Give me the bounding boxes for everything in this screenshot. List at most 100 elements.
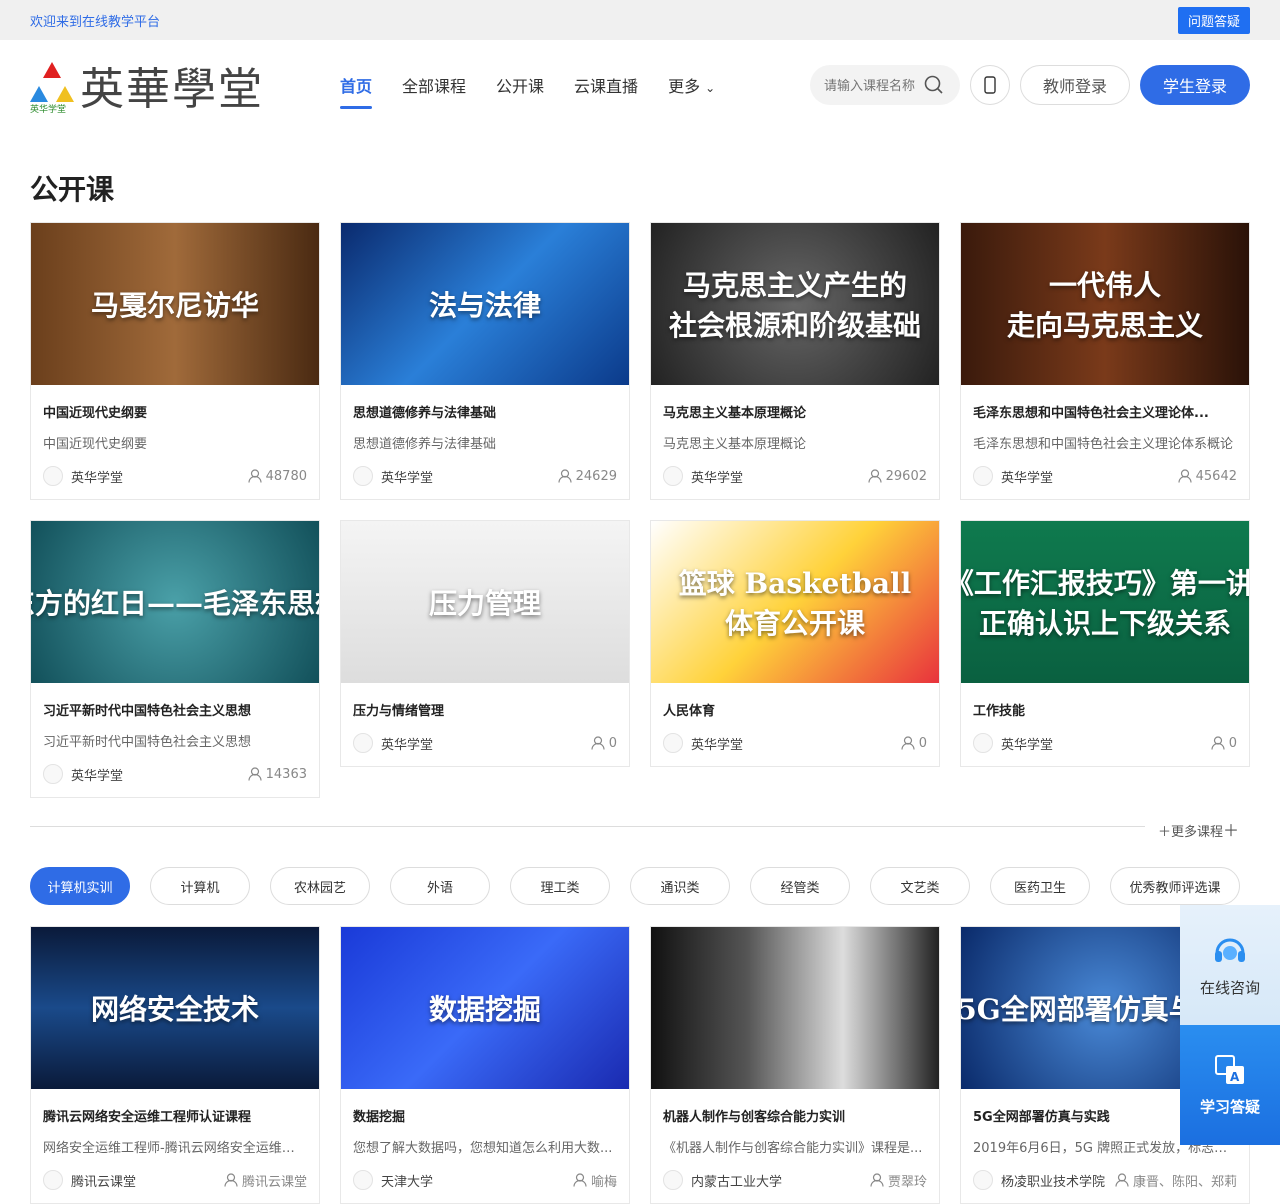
- school-seal-icon: [43, 466, 63, 486]
- course-cover-image[interactable]: 法与法律: [341, 223, 629, 385]
- course-card[interactable]: 《工作汇报技巧》第一讲: 正确认识上下级关系 工作技能 英华学堂 0: [960, 520, 1250, 767]
- course-title[interactable]: 工作技能: [973, 700, 1237, 719]
- user-icon: [870, 1173, 884, 1187]
- course-cover-image[interactable]: 马戛尔尼访华: [31, 223, 319, 385]
- course-count: 康晋、陈阳、郑莉: [1132, 1174, 1237, 1190]
- course-cover-image[interactable]: 压力管理: [341, 521, 629, 683]
- course-org: 英华学堂: [71, 470, 124, 486]
- cover-text: 篮球 Basketball 体育公开课: [678, 567, 912, 640]
- nav-all-courses[interactable]: 全部课程: [402, 67, 466, 103]
- category-tab[interactable]: 外语: [390, 867, 490, 905]
- chevron-down-icon: ⌄: [705, 81, 716, 95]
- category-tab[interactable]: 优秀教师评选课: [1110, 867, 1240, 905]
- course-title[interactable]: 毛泽东思想和中国特色社会主义理论体...: [973, 402, 1237, 421]
- course-title[interactable]: 中国近现代史纲要: [43, 402, 307, 421]
- course-count: 14363: [265, 766, 307, 782]
- user-icon: [868, 469, 882, 483]
- course-count: 0: [1228, 735, 1237, 751]
- cover-text: 网络安全技术: [90, 993, 259, 1026]
- search-input[interactable]: [823, 77, 924, 93]
- logo-mark-icon: 英华学堂: [30, 60, 74, 115]
- cover-text: 数据挖掘: [428, 993, 541, 1026]
- course-card[interactable]: 机器人制作与创客综合能力实训 《机器人制作与创客综合能力实训》课程是... 内蒙古…: [650, 926, 940, 1204]
- category-tab[interactable]: 农林园艺: [270, 867, 370, 905]
- course-card[interactable]: 一代伟人 走向马克思主义 毛泽东思想和中国特色社会主义理论体... 毛泽东思想和中…: [960, 222, 1250, 500]
- course-cover-image[interactable]: 数据挖掘: [341, 927, 629, 1089]
- course-title[interactable]: 思想道德修养与法律基础: [353, 402, 617, 421]
- course-card[interactable]: 篮球 Basketball 体育公开课 人民体育 英华学堂 0: [650, 520, 940, 767]
- plus-icon: ＋: [1158, 825, 1172, 840]
- course-card[interactable]: 法与法律 思想道德修养与法律基础 思想道德修养与法律基础 英华学堂 24629: [340, 222, 630, 500]
- school-seal-icon: [353, 466, 373, 486]
- cover-text: 一代伟人 走向马克思主义: [1006, 269, 1203, 342]
- school-seal-icon: [663, 466, 683, 486]
- user-icon: [591, 736, 605, 750]
- float-widget: 在线咨询 A 学习答疑: [1180, 905, 1280, 1145]
- course-cover-image[interactable]: 《工作汇报技巧》第一讲: 正确认识上下级关系: [961, 521, 1249, 683]
- school-seal-icon: [973, 733, 993, 753]
- course-title[interactable]: 机器人制作与创客综合能力实训: [663, 1106, 927, 1125]
- school-seal-icon: [663, 1170, 683, 1190]
- school-seal-icon: [353, 1170, 373, 1190]
- mobile-app-button[interactable]: [969, 65, 1010, 105]
- course-count: 腾讯云课堂: [241, 1174, 307, 1190]
- student-login-button[interactable]: 学生登录: [1140, 65, 1250, 105]
- section-title: 公开课: [30, 173, 115, 206]
- category-tab[interactable]: 计算机实训: [30, 867, 130, 905]
- course-title[interactable]: 压力与情绪管理: [353, 700, 617, 719]
- course-cover-image[interactable]: 篮球 Basketball 体育公开课: [651, 521, 939, 683]
- school-seal-icon: [353, 733, 373, 753]
- course-cover-image[interactable]: 马克思主义产生的 社会根源和阶级基础: [651, 223, 939, 385]
- course-org: 英华学堂: [71, 768, 124, 784]
- course-title[interactable]: 人民体育: [663, 700, 927, 719]
- qa-button[interactable]: 问题答疑: [1177, 6, 1250, 34]
- more-courses-link[interactable]: ＋更多课程＋: [1158, 817, 1239, 841]
- course-cover-image[interactable]: 网络安全技术: [31, 927, 319, 1089]
- online-consult-label: 在线咨询: [1199, 978, 1260, 997]
- course-org: 腾讯云课堂: [71, 1174, 137, 1190]
- user-icon: [558, 469, 572, 483]
- category-tab[interactable]: 经管类: [750, 867, 850, 905]
- course-desc: 《机器人制作与创客综合能力实训》课程是...: [663, 1141, 923, 1156]
- user-icon: [573, 1173, 587, 1187]
- course-card[interactable]: 马戛尔尼访华 中国近现代史纲要 中国近现代史纲要 英华学堂 48780: [30, 222, 320, 500]
- course-title[interactable]: 数据挖掘: [353, 1106, 617, 1125]
- online-consult-button[interactable]: 在线咨询: [1180, 905, 1280, 1025]
- category-tab[interactable]: 理工类: [510, 867, 610, 905]
- teacher-login-button[interactable]: 教师登录: [1019, 65, 1130, 105]
- category-tab[interactable]: 文艺类: [870, 867, 970, 905]
- school-seal-icon: [973, 1170, 993, 1190]
- course-card[interactable]: 压力管理 压力与情绪管理 英华学堂 0: [340, 520, 630, 767]
- course-org: 英华学堂: [381, 737, 434, 753]
- study-answer-label: 学习答疑: [1199, 1097, 1260, 1116]
- course-title[interactable]: 习近平新时代中国特色社会主义思想: [43, 700, 307, 719]
- course-card[interactable]: 马克思主义产生的 社会根源和阶级基础 马克思主义基本原理概论 马克思主义基本原理概…: [650, 222, 940, 500]
- logo[interactable]: 英华学堂 英華學堂: [30, 50, 290, 120]
- course-count: 0: [608, 735, 617, 751]
- course-title[interactable]: 马克思主义基本原理概论: [663, 402, 927, 421]
- user-icon: [901, 736, 915, 750]
- course-card[interactable]: 数据挖掘 数据挖掘 您想了解大数据吗，您想知道怎么利用大数... 天津大学 喻梅: [340, 926, 630, 1204]
- nav-live[interactable]: 云课直播: [574, 67, 638, 103]
- school-seal-icon: [43, 764, 63, 784]
- category-tab[interactable]: 通识类: [630, 867, 730, 905]
- category-tab[interactable]: 计算机: [150, 867, 250, 905]
- course-card[interactable]: 网络安全技术 腾讯云网络安全运维工程师认证课程 网络安全运维工程师-腾讯云网络安全…: [30, 926, 320, 1204]
- open-course-grid: 马戛尔尼访华 中国近现代史纲要 中国近现代史纲要 英华学堂 48780 法与法律 思…: [30, 222, 1250, 798]
- course-count: 喻梅: [590, 1174, 617, 1190]
- course-cover-image[interactable]: [651, 927, 939, 1089]
- logo-small-text: 英华学堂: [30, 105, 67, 115]
- plus-icon: ＋: [1223, 821, 1240, 840]
- nav-more[interactable]: 更多 ⌄: [668, 67, 715, 103]
- category-tab[interactable]: 医药卫生: [990, 867, 1090, 905]
- search-box: [809, 65, 960, 105]
- course-org: 杨凌职业技术学院: [1001, 1174, 1106, 1190]
- course-title[interactable]: 腾讯云网络安全运维工程师认证课程: [43, 1106, 307, 1125]
- study-answer-button[interactable]: A 学习答疑: [1180, 1025, 1280, 1145]
- course-cover-image[interactable]: 一代伟人 走向马克思主义: [961, 223, 1249, 385]
- nav-open-courses[interactable]: 公开课: [496, 67, 544, 103]
- nav-home[interactable]: 首页: [340, 67, 373, 109]
- course-cover-image[interactable]: 东方的红日——毛泽东思想: [31, 521, 319, 683]
- search-icon[interactable]: [924, 75, 944, 95]
- course-card[interactable]: 东方的红日——毛泽东思想 习近平新时代中国特色社会主义思想习近平新时代中国特色社…: [30, 520, 320, 798]
